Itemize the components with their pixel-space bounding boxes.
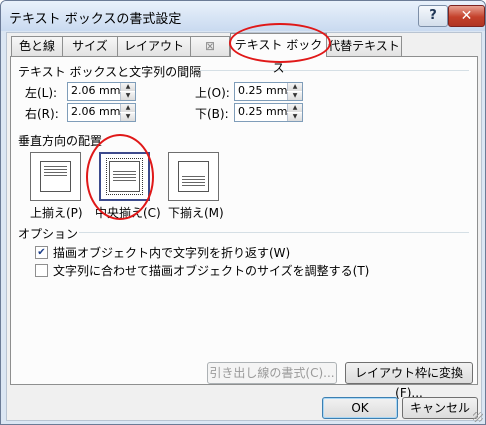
dialog-body: 色と線 サイズ レイアウト ⊠ テキスト ボックス 代替テキスト テキスト ボッ…	[6, 32, 482, 421]
tab-panel-text-box: テキスト ボックスと文字列の間隔 左(L): 2.06 mm ▲ ▼ 右(R):…	[10, 56, 478, 400]
wrap-text-checkbox[interactable]: ✔	[35, 246, 48, 259]
spin-up-icon[interactable]: ▲	[287, 83, 302, 91]
bottom-margin-label: 下(B):	[195, 107, 229, 121]
wrap-text-label[interactable]: 描画オブジェクト内で文字列を折り返す(W)	[53, 244, 290, 261]
ok-button[interactable]: OK	[322, 397, 398, 419]
align-center-icon	[106, 158, 143, 195]
right-margin-label: 右(R):	[25, 107, 59, 121]
top-margin-spinner[interactable]: 0.25 mm ▲ ▼	[234, 82, 303, 101]
align-top-icon	[40, 161, 71, 192]
format-textbox-dialog: テキスト ボックスの書式設定 ? ✕ 色と線 サイズ レイアウト ⊠ テキスト …	[0, 0, 486, 425]
resize-shape-checkbox[interactable]	[35, 264, 48, 277]
resize-shape-label[interactable]: 文字列に合わせて描画オブジェクトのサイズを調整する(T)	[53, 262, 369, 279]
align-top-button[interactable]	[30, 152, 81, 201]
callout-format-button[interactable]: 引き出し線の書式(C)...	[207, 362, 337, 384]
top-margin-label: 上(O):	[195, 86, 230, 100]
spin-down-icon[interactable]: ▼	[287, 92, 302, 100]
spin-up-icon[interactable]: ▲	[120, 83, 135, 91]
cancel-button[interactable]: キャンセル	[402, 397, 478, 419]
top-margin-value[interactable]: 0.25 mm	[238, 84, 287, 97]
right-margin-spinner[interactable]: 2.06 mm ▲ ▼	[67, 103, 136, 122]
separator	[199, 70, 469, 71]
spin-down-icon[interactable]: ▼	[120, 92, 135, 100]
close-button[interactable]: ✕	[448, 5, 485, 27]
align-center-button[interactable]	[99, 152, 150, 201]
spin-up-icon[interactable]: ▲	[120, 104, 135, 112]
window-title: テキスト ボックスの書式設定	[9, 12, 182, 27]
align-bottom-button[interactable]	[168, 152, 219, 201]
align-bottom-icon	[178, 161, 209, 192]
spin-down-icon[interactable]: ▼	[120, 113, 135, 121]
tab-colors-lines[interactable]: 色と線	[11, 36, 63, 56]
tab-picture[interactable]: ⊠	[190, 36, 230, 56]
tab-layout[interactable]: レイアウト	[117, 36, 191, 56]
internal-margin-heading: テキスト ボックスと文字列の間隔	[18, 65, 202, 79]
left-margin-spinner[interactable]: 2.06 mm ▲ ▼	[67, 82, 136, 101]
help-button[interactable]: ?	[418, 5, 448, 27]
tab-alt-text[interactable]: 代替テキスト	[326, 36, 402, 56]
vertical-alignment-heading: 垂直方向の配置	[18, 134, 103, 148]
bottom-margin-spinner[interactable]: 0.25 mm ▲ ▼	[234, 103, 303, 122]
align-top-label[interactable]: 上揃え(P)	[30, 204, 83, 221]
separator	[79, 232, 469, 233]
title-bar: テキスト ボックスの書式設定 ? ✕	[1, 1, 485, 31]
tab-text-box[interactable]: テキスト ボックス	[230, 33, 327, 75]
resize-grip-icon[interactable]	[473, 412, 483, 422]
align-bottom-label[interactable]: 下揃え(M)	[168, 204, 224, 221]
tab-size[interactable]: サイズ	[62, 36, 118, 56]
left-margin-label: 左(L):	[25, 86, 58, 100]
spin-up-icon[interactable]: ▲	[287, 104, 302, 112]
left-margin-value[interactable]: 2.06 mm	[71, 84, 120, 97]
right-margin-value[interactable]: 2.06 mm	[71, 105, 120, 118]
bottom-margin-value[interactable]: 0.25 mm	[238, 105, 287, 118]
convert-to-frame-button[interactable]: レイアウト枠に変換(F)...	[345, 362, 473, 400]
spin-down-icon[interactable]: ▼	[287, 113, 302, 121]
options-heading: オプション	[18, 227, 79, 241]
align-center-label[interactable]: 中央揃え(C)	[95, 204, 161, 221]
